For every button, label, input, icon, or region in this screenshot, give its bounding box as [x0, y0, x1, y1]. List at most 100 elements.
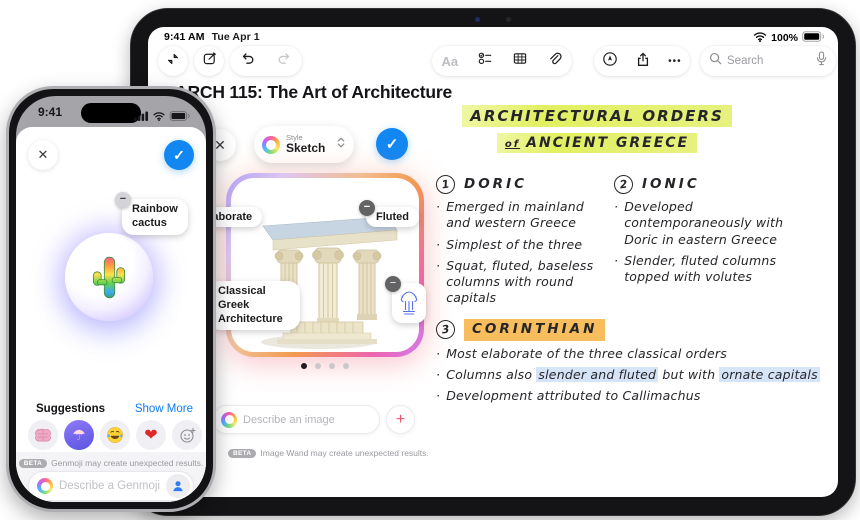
image-variant-pagination[interactable] [226, 363, 424, 369]
note-bullet: · Simplest of the three [436, 236, 583, 252]
undo-button[interactable] [240, 51, 256, 71]
plus-icon: + [395, 410, 406, 428]
style-picker[interactable]: Style Sketch [254, 126, 354, 163]
beta-text: Genmoji may create unexpected results. [51, 458, 204, 468]
apple-intelligence-icon [262, 135, 280, 154]
chip-label: Classical Greek Architecture [218, 285, 283, 325]
search-input[interactable] [727, 55, 811, 67]
genmoji-beta-note: BETA Genmoji may create unexpected resul… [16, 458, 206, 468]
ipad-date: Tue Apr 1 [211, 31, 260, 43]
minus-icon: − [389, 277, 397, 289]
note-bullet: · Developed contemporaneously with Doric … [614, 199, 784, 247]
describe-image-field[interactable] [212, 405, 380, 434]
note-bullet: · Emerged in mainland and western Greece [436, 199, 585, 231]
text-format-button[interactable]: Aa [442, 54, 459, 69]
suggestions-label: Suggestions [36, 403, 106, 415]
wifi-icon [753, 31, 767, 45]
cellular-signal-icon [134, 108, 149, 126]
iphone-clock: 9:41 [38, 105, 63, 119]
describe-genmoji-input[interactable] [59, 480, 160, 492]
collapse-toolbar-button[interactable] [158, 46, 188, 76]
compose-note-button[interactable] [194, 46, 224, 76]
note-title: ARCH 115: The Art of Architecture [175, 82, 453, 102]
close-icon: ✕ [37, 147, 49, 162]
style-picker-text: Style Sketch [286, 134, 330, 154]
minus-icon: − [363, 201, 371, 213]
markup-share-group: ••• [594, 46, 690, 76]
genmoji-close-button[interactable]: ✕ [28, 140, 58, 170]
section-number: 2 [612, 173, 635, 196]
remove-chip-button[interactable]: − [115, 192, 131, 208]
image-wand-beta-note: BETA Image Wand may create unexpected re… [228, 448, 429, 458]
notes-section-doric: 1 DORIC · Emerged in mainland and western … [434, 173, 604, 312]
suggestion-chip-classical-greek[interactable]: Classical Greek Architecture [208, 281, 300, 331]
describe-genmoji-field[interactable] [28, 471, 194, 501]
remove-chip-button[interactable]: − [359, 200, 375, 216]
more-options-button[interactable]: ••• [668, 56, 682, 67]
iphone-status-icons [134, 108, 190, 126]
ipad-clock: 9:41 AM [164, 31, 205, 43]
collapse-arrows-icon [166, 52, 180, 71]
table-button[interactable] [512, 51, 528, 71]
redo-button[interactable] [276, 51, 292, 71]
minus-icon: − [119, 193, 127, 205]
notes-heading-line1: ARCHITECTURAL ORDERS [442, 105, 752, 127]
compose-icon [202, 51, 217, 71]
chip-label: Rainbow [132, 203, 178, 215]
chevron-up-down-icon [336, 136, 346, 154]
section-title: DORIC [464, 175, 528, 192]
rainbow-cactus-genmoji [92, 256, 126, 299]
suggestion-chip-fluted[interactable]: − Fluted [359, 200, 419, 227]
share-button[interactable] [635, 51, 651, 72]
battery-icon [169, 108, 190, 126]
prompt-chip-rainbow-cactus[interactable]: − Rainbow cactus [115, 192, 188, 235]
describe-image-input[interactable] [243, 413, 371, 426]
ipad-status-left: 9:41 AM Tue Apr 1 [164, 31, 260, 43]
heart-emoji-suggestion[interactable]: ❤ [136, 420, 166, 450]
notes-section-corinthian: 3 CORINTHIAN · Most elaborate of the three… [434, 319, 828, 409]
beta-badge: BETA [18, 458, 48, 468]
person-picker-button[interactable] [166, 474, 190, 498]
format-tools-group: Aa [432, 46, 572, 76]
ipad-device: 9:41 AM Tue Apr 1 100% Aa ••• Search ARC… [130, 8, 856, 516]
genmoji-preview-bubble [65, 233, 153, 321]
markup-pen-button[interactable] [602, 51, 618, 72]
style-value: Sketch [286, 141, 326, 156]
section-title: CORINTHIAN [464, 319, 606, 341]
battery-icon [802, 31, 825, 45]
wifi-icon [152, 108, 166, 126]
add-genmoji-suggestion[interactable] [172, 420, 202, 450]
ipad-front-camera [448, 17, 538, 23]
beta-badge: BETA [228, 448, 257, 458]
capital-sketch-thumbnail [400, 291, 418, 315]
umbrella-icon: ☂ [72, 427, 86, 444]
laughing-crying-emoji-suggestion[interactable] [100, 420, 130, 450]
note-bullet: · Development attributed to Callimachus [436, 388, 701, 404]
add-image-button[interactable]: + [386, 405, 415, 434]
remove-chip-button[interactable]: − [385, 276, 401, 292]
note-bullet: · Most elaborate of the three classical o… [436, 345, 727, 361]
battery-percent: 100% [771, 32, 798, 44]
search-field[interactable] [700, 46, 836, 76]
chip-label: Fluted [376, 211, 409, 223]
attachment-paperclip-button[interactable] [547, 51, 563, 72]
beta-text: Image Wand may create unexpected results… [260, 448, 429, 458]
section-number: 3 [434, 319, 457, 341]
dictation-mic-icon[interactable] [816, 51, 827, 71]
check-icon: ✓ [385, 136, 399, 153]
umbrella-genmoji-suggestion[interactable]: ☂ [64, 420, 94, 450]
iphone-screen: 9:41 ✕ ✓ − Rainbow cactus Suggestions Sh… [16, 96, 206, 502]
genmoji-accept-button[interactable]: ✓ [164, 140, 194, 170]
show-more-link[interactable]: Show More [135, 403, 193, 415]
brain-emoji-suggestion[interactable] [28, 420, 58, 450]
sketch-reference-chip[interactable]: − [385, 276, 426, 323]
accept-image-button[interactable]: ✓ [376, 128, 408, 160]
checklist-button[interactable] [477, 51, 493, 71]
note-bullet: · Slender, fluted columns topped with vol… [614, 252, 777, 284]
section-title: IONIC [642, 175, 700, 192]
apple-intelligence-icon [37, 478, 53, 494]
heart-icon: ❤ [144, 427, 158, 444]
undo-redo-group [230, 46, 302, 76]
ipad-screen: 9:41 AM Tue Apr 1 100% Aa ••• Search ARC… [148, 27, 838, 497]
notes-section-ionic: 2 IONIC · Developed contemporaneously with… [612, 173, 819, 290]
